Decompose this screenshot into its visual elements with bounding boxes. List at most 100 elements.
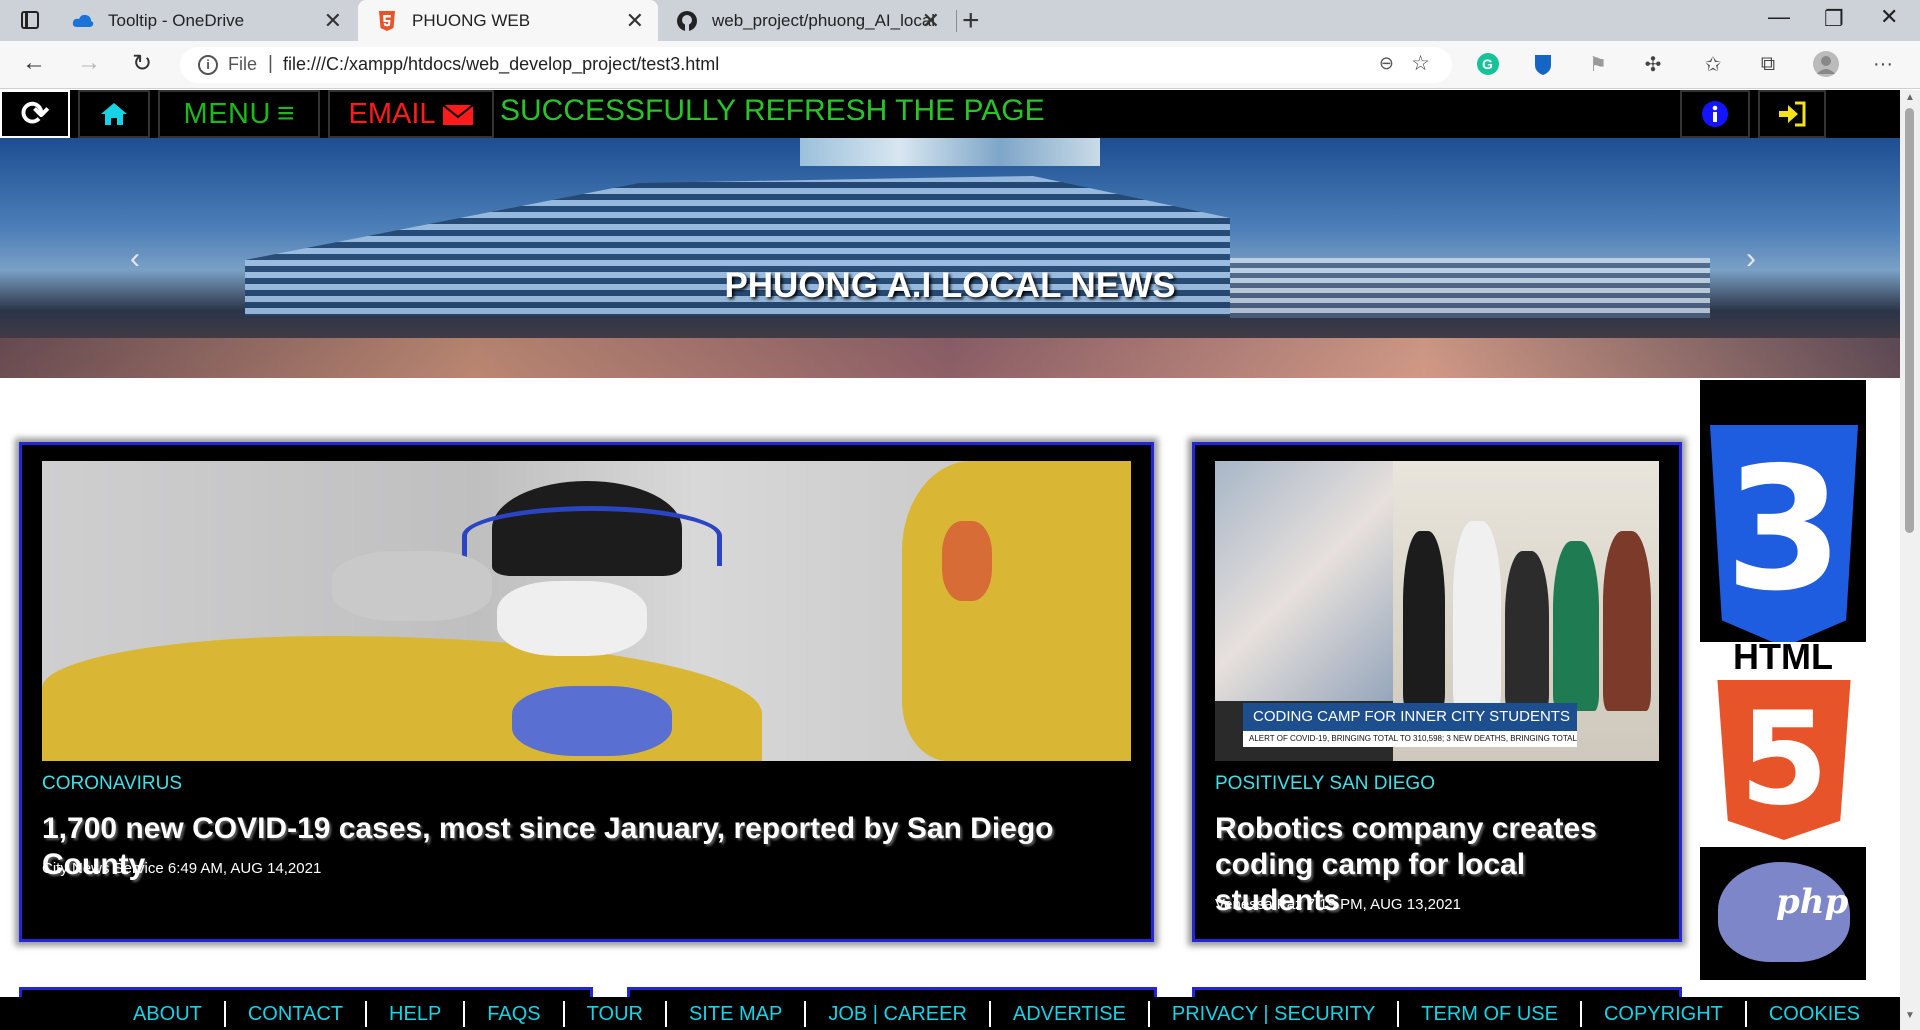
browser-tab-strip: Tooltip - OneDrive ✕ PHUONG WEB ✕ web_pr… — [0, 0, 1920, 41]
php-elephant-logo: php — [1718, 862, 1850, 962]
svg-text:G: G — [1482, 56, 1493, 72]
tab-github[interactable]: web_project/phuong_AI_local_ne ✕ — [658, 0, 954, 41]
email-label: EMAIL — [348, 97, 436, 130]
page-scrollbar[interactable]: ▲ ▼ — [1900, 90, 1920, 1030]
email-button[interactable]: EMAIL — [328, 90, 494, 138]
article-byline: City News Service 6:49 AM, AUG 14,2021 — [42, 860, 322, 877]
onedrive-cloud-icon — [72, 10, 94, 32]
grammarly-extension-icon[interactable]: G — [1475, 51, 1501, 77]
css3-glyph: 3 — [1724, 431, 1844, 629]
article-category[interactable]: POSITIVELY SAN DIEGO — [1215, 773, 1435, 795]
new-tab-button[interactable]: + — [962, 4, 980, 38]
php-logo-box: php — [1700, 850, 1866, 980]
favorites-list-icon[interactable]: ✩ — [1700, 51, 1726, 77]
php-logo-text: php — [1776, 882, 1849, 922]
info-icon — [1702, 101, 1728, 127]
home-button[interactable] — [78, 90, 150, 138]
scroll-up-icon[interactable]: ▲ — [1905, 92, 1915, 103]
tab-onedrive[interactable]: Tooltip - OneDrive ✕ — [54, 0, 356, 41]
hero-carousel: ‹ › PHUONG A.I LOCAL NEWS — [0, 138, 1900, 378]
refresh-button[interactable]: ⟳ — [0, 90, 70, 138]
envelope-icon — [441, 104, 474, 125]
profile-avatar[interactable] — [1813, 51, 1839, 77]
footer-link-privacy-security[interactable]: PRIVACY | SECURITY — [1150, 1000, 1400, 1027]
tab-divider — [956, 10, 957, 32]
close-tab-icon[interactable]: ✕ — [922, 8, 940, 34]
zoom-out-icon[interactable]: ⊖ — [1379, 53, 1394, 74]
status-message: SUCCESSFULLY REFRESH THE PAGE — [500, 94, 1045, 127]
tab-phuong-web[interactable]: PHUONG WEB ✕ — [358, 0, 658, 41]
footer-link-site-map[interactable]: SITE MAP — [667, 1000, 807, 1027]
footer-link-job-career[interactable]: JOB | CAREER — [806, 1000, 991, 1027]
hero-title: PHUONG A.I LOCAL NEWS — [724, 266, 1176, 305]
scrollbar-thumb[interactable] — [1905, 108, 1914, 533]
github-icon — [676, 10, 698, 32]
css3-logo: 3 — [1710, 425, 1858, 647]
scroll-down-icon[interactable]: ▼ — [1905, 1010, 1915, 1021]
footer-link-cookies[interactable]: COOKIES — [1747, 1001, 1900, 1027]
news-card[interactable]: CODING CAMP FOR INNER CITY STUDENTS ALER… — [1192, 442, 1682, 942]
footer-link-copyright[interactable]: COPYRIGHT — [1582, 1000, 1747, 1027]
footer-link-help[interactable]: HELP — [367, 1000, 466, 1027]
flag-extension-icon[interactable]: ⚑ — [1585, 51, 1611, 77]
image-shape — [1453, 521, 1501, 711]
hero-image-strip — [800, 138, 1100, 166]
address-divider: | — [268, 53, 273, 74]
image-shape — [462, 506, 722, 566]
refresh-icon: ⟳ — [20, 95, 50, 133]
site-nav-bar: ⟳ MENU ≡ EMAIL SUCCESSFULLY REFRESH THE … — [0, 90, 1900, 138]
image-shape — [902, 461, 1131, 761]
reload-button[interactable]: ↻ — [132, 49, 152, 78]
back-button[interactable]: ← — [22, 49, 46, 77]
tab-title: PHUONG WEB — [412, 10, 531, 30]
image-shape — [332, 551, 492, 621]
close-tab-icon[interactable]: ✕ — [324, 8, 342, 34]
settings-more-icon[interactable]: ··· — [1870, 51, 1896, 77]
article-byline: Venessa Paz 7:19 PM, AUG 13,2021 — [1215, 896, 1461, 913]
web-page: ⟳ MENU ≡ EMAIL SUCCESSFULLY REFRESH THE … — [0, 90, 1900, 1030]
site-footer: ABOUT CONTACT HELP FAQS TOUR SITE MAP JO… — [0, 997, 1900, 1030]
address-bar[interactable]: i File | file:///C:/xampp/htdocs/web_dev… — [180, 47, 1452, 83]
footer-link-about[interactable]: ABOUT — [111, 1000, 226, 1027]
add-favorite-icon[interactable]: ☆ — [1411, 51, 1430, 76]
sign-in-icon — [1779, 101, 1806, 127]
image-shape — [1603, 531, 1651, 711]
minimize-button[interactable]: — — [1768, 4, 1790, 30]
tab-title: web_project/phuong_AI_local_ne — [712, 10, 934, 30]
footer-link-contact[interactable]: CONTACT — [226, 1000, 368, 1027]
image-shape — [1403, 531, 1445, 711]
close-tab-icon[interactable]: ✕ — [626, 8, 644, 34]
forward-button[interactable]: → — [77, 49, 101, 77]
image-news-ticker-alert: ALERT OF COVID-19, BRINGING TOTAL TO 310… — [1243, 731, 1577, 747]
tab-title: Tooltip - OneDrive — [108, 10, 245, 30]
image-shape — [942, 521, 992, 601]
restore-button[interactable]: ❐ — [1824, 6, 1844, 32]
footer-link-faqs[interactable]: FAQS — [465, 1000, 565, 1027]
extension-shield-icon[interactable] — [1530, 51, 1556, 77]
article-category[interactable]: CORONAVIRUS — [42, 773, 182, 795]
footer-link-tour[interactable]: TOUR — [565, 1000, 667, 1027]
menu-button[interactable]: MENU ≡ — [158, 90, 320, 138]
url-text[interactable]: file:///C:/xampp/htdocs/web_develop_proj… — [283, 54, 719, 75]
collections-icon[interactable]: ⧉ — [1755, 51, 1781, 77]
tab-actions-icon[interactable] — [21, 11, 39, 29]
hamburger-icon: ≡ — [276, 97, 295, 130]
image-shape — [1505, 551, 1549, 711]
footer-link-advertise[interactable]: ADVERTISE — [991, 1000, 1150, 1027]
news-card[interactable]: CORONAVIRUS 1,700 new COVID-19 cases, mo… — [19, 442, 1154, 942]
image-shape — [497, 581, 647, 656]
image-shape — [1553, 541, 1599, 711]
extensions-puzzle-icon[interactable]: ✣ — [1640, 51, 1666, 77]
coding-camp-article-image[interactable]: CODING CAMP FOR INNER CITY STUDENTS ALER… — [1215, 461, 1659, 761]
home-icon — [101, 103, 127, 125]
footer-link-term-of-use[interactable]: TERM OF USE — [1399, 1000, 1582, 1027]
covid-article-image[interactable] — [42, 461, 1131, 761]
image-shape — [1215, 461, 1393, 701]
close-window-button[interactable]: ✕ — [1880, 4, 1898, 30]
html-logo-label: HTML — [1700, 639, 1866, 675]
html5-icon — [376, 10, 398, 32]
info-button[interactable] — [1680, 90, 1750, 138]
scheme-label: File — [228, 54, 258, 74]
site-info-icon[interactable]: i — [198, 55, 218, 75]
login-button[interactable] — [1758, 90, 1826, 138]
